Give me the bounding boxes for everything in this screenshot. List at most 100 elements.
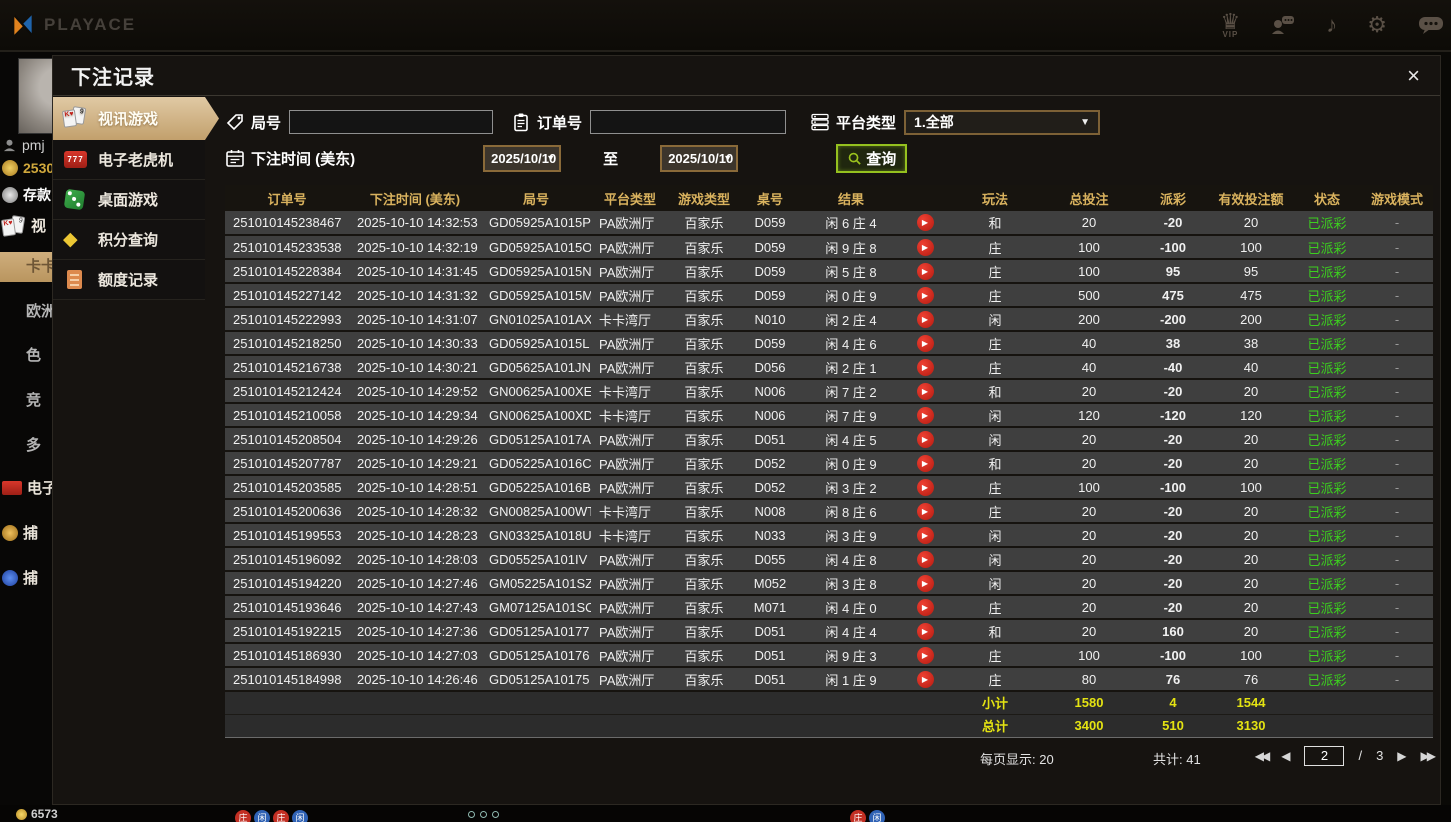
play-video-button[interactable]: ▶ xyxy=(916,550,934,568)
total-count-label: 共计: 41 xyxy=(1153,751,1201,767)
col-total-bet: 总投注 xyxy=(1041,185,1137,211)
menu-quota-records[interactable]: 额度记录 xyxy=(53,260,205,300)
play-video-button[interactable]: ▶ xyxy=(916,526,934,544)
menu-table-games[interactable]: 桌面游戏 xyxy=(53,180,205,220)
grand-total-payout: 510 xyxy=(1137,714,1209,738)
nav-jing-fragment[interactable]: 竞 xyxy=(26,389,41,410)
table-row[interactable]: 251010145216738 2025-10-10 14:30:21 GD05… xyxy=(225,355,1433,380)
clipboard-icon xyxy=(514,113,528,132)
col-result: 结果 xyxy=(801,185,901,211)
settings-button[interactable]: ⚙ xyxy=(1367,14,1387,36)
play-video-button[interactable]: ▶ xyxy=(916,334,934,352)
dollar-icon xyxy=(2,187,18,203)
table-row[interactable]: 251010145194220 2025-10-10 14:27:46 GM05… xyxy=(225,571,1433,596)
col-status: 状态 xyxy=(1293,185,1361,211)
table-row[interactable]: 251010145200636 2025-10-10 14:28:32 GN00… xyxy=(225,499,1433,524)
query-button[interactable]: 查询 xyxy=(836,143,908,173)
table-row[interactable]: 251010145192215 2025-10-10 14:27:36 GD05… xyxy=(225,619,1433,644)
play-video-button[interactable]: ▶ xyxy=(916,622,934,640)
col-payout: 派彩 xyxy=(1137,185,1209,211)
date-from-select[interactable]: 2025/10/10 ▼ xyxy=(483,144,562,172)
vip-button[interactable]: ♛ VIP xyxy=(1221,11,1241,39)
play-video-button[interactable]: ▶ xyxy=(916,382,934,400)
page-number-input[interactable] xyxy=(1304,745,1345,766)
table-row[interactable]: 251010145233538 2025-10-10 14:32:19 GD05… xyxy=(225,235,1433,260)
menu-video-games[interactable]: 9 K♥ 视讯游戏 xyxy=(53,97,219,140)
play-icon: ▶ xyxy=(921,626,929,636)
play-video-button[interactable]: ▶ xyxy=(916,574,934,592)
coin-balance-fragment: 6573 xyxy=(16,807,58,821)
nav-slots-fragment[interactable]: 电子 xyxy=(2,477,57,498)
table-row[interactable]: 251010145196092 2025-10-10 14:28:03 GD05… xyxy=(225,547,1433,572)
screen: PLAYACE ♛ VIP ♪ ⚙ pmj 2530 存款 9 K♥ 视 卡卡 … xyxy=(0,0,1451,822)
round-no-input[interactable] xyxy=(289,110,494,134)
table-row[interactable]: 251010145212424 2025-10-10 14:29:52 GN00… xyxy=(225,379,1433,404)
play-video-button[interactable]: ▶ xyxy=(916,310,934,328)
play-video-button[interactable]: ▶ xyxy=(916,478,934,496)
col-mode: 游戏模式 xyxy=(1361,185,1433,211)
order-no-input[interactable] xyxy=(590,110,787,134)
first-page-button[interactable]: ◀◀ xyxy=(1255,749,1271,763)
menu-slots[interactable]: 777 电子老虎机 xyxy=(53,140,205,180)
table-row[interactable]: 251010145210058 2025-10-10 14:29:34 GN00… xyxy=(225,403,1433,428)
slot-777-icon: 777 xyxy=(63,148,89,172)
table-row[interactable]: 251010145208504 2025-10-10 14:29:26 GD05… xyxy=(225,427,1433,452)
play-video-button[interactable]: ▶ xyxy=(916,502,934,520)
play-video-button[interactable]: ▶ xyxy=(916,430,934,448)
nav-video-fragment[interactable]: 9 K♥ 视 xyxy=(0,214,46,237)
play-video-button[interactable]: ▶ xyxy=(916,238,934,256)
menu-points-query[interactable]: ◆ 积分查询 xyxy=(53,220,205,260)
play-icon: ▶ xyxy=(921,458,929,468)
play-icon: ▶ xyxy=(921,506,929,516)
play-video-button[interactable]: ▶ xyxy=(916,598,934,616)
person-icon xyxy=(3,139,16,151)
logo-text: PLAYACE xyxy=(44,15,137,34)
table-row[interactable]: 251010145193646 2025-10-10 14:27:43 GM07… xyxy=(225,595,1433,620)
diamond-icon: ◆ xyxy=(63,228,78,250)
last-page-button[interactable]: ▶▶ xyxy=(1421,749,1437,763)
play-video-button[interactable]: ▶ xyxy=(916,358,934,376)
customer-service-button[interactable] xyxy=(1270,13,1296,37)
play-video-button[interactable]: ▶ xyxy=(916,286,934,304)
table-row[interactable]: 251010145186930 2025-10-10 14:27:03 GD05… xyxy=(225,643,1433,668)
table-row[interactable]: 251010145207787 2025-10-10 14:29:21 GD05… xyxy=(225,451,1433,476)
table-row[interactable]: 251010145218250 2025-10-10 14:30:33 GD05… xyxy=(225,331,1433,356)
play-video-button[interactable]: ▶ xyxy=(916,406,934,424)
subtotal-valid-bet: 1544 xyxy=(1209,691,1293,715)
gear-icon: ⚙ xyxy=(1367,12,1387,37)
table-row[interactable]: 251010145228384 2025-10-10 14:31:45 GD05… xyxy=(225,259,1433,284)
close-icon[interactable]: × xyxy=(1407,64,1420,87)
play-icon: ▶ xyxy=(921,650,929,660)
nav-duo-fragment[interactable]: 多 xyxy=(26,434,41,455)
table-row[interactable]: 251010145238467 2025-10-10 14:32:53 GD05… xyxy=(225,211,1433,236)
playace-logo[interactable]: PLAYACE xyxy=(10,12,136,38)
grand-total-total-bet: 3400 xyxy=(1041,714,1137,738)
table-row[interactable]: 251010145203585 2025-10-10 14:28:51 GD05… xyxy=(225,475,1433,500)
subtotal-total-bet: 1580 xyxy=(1041,691,1137,715)
date-to-select[interactable]: 2025/10/10 ▼ xyxy=(660,144,739,172)
playing-cards-icon: 9 K♥ xyxy=(63,107,89,131)
nav-fish2-fragment[interactable]: 捕 xyxy=(2,567,38,588)
table-row[interactable]: 251010145199553 2025-10-10 14:28:23 GN03… xyxy=(225,523,1433,548)
table-row[interactable]: 251010145222993 2025-10-10 14:31:07 GN01… xyxy=(225,307,1433,332)
nav-se-fragment[interactable]: 色 xyxy=(26,344,41,365)
prev-page-button[interactable]: ◀ xyxy=(1281,749,1290,763)
table-row[interactable]: 251010145227142 2025-10-10 14:31:32 GD05… xyxy=(225,283,1433,308)
play-icon: ▶ xyxy=(921,602,929,612)
fish-gold-icon xyxy=(2,524,18,541)
play-video-button[interactable]: ▶ xyxy=(916,646,934,664)
table-row[interactable]: 251010145184998 2025-10-10 14:26:46 GD05… xyxy=(225,667,1433,692)
nav-fish1-fragment[interactable]: 捕 xyxy=(2,522,38,543)
play-video-button[interactable]: ▶ xyxy=(916,214,934,232)
deposit-button[interactable]: 存款 xyxy=(2,185,51,205)
music-button[interactable]: ♪ xyxy=(1326,14,1337,36)
platform-type-select[interactable]: 1.全部 ▼ xyxy=(904,109,1101,135)
next-page-button[interactable]: ▶ xyxy=(1397,749,1406,763)
play-video-button[interactable]: ▶ xyxy=(916,454,934,472)
play-video-button[interactable]: ▶ xyxy=(916,262,934,280)
play-video-button[interactable]: ▶ xyxy=(916,670,934,688)
table-body: 251010145238467 2025-10-10 14:32:53 GD05… xyxy=(225,211,1433,692)
roadmap-badges: 庄闲庄闲 xyxy=(235,808,311,822)
chat-button[interactable] xyxy=(1417,13,1445,37)
col-order: 订单号 xyxy=(225,185,349,211)
